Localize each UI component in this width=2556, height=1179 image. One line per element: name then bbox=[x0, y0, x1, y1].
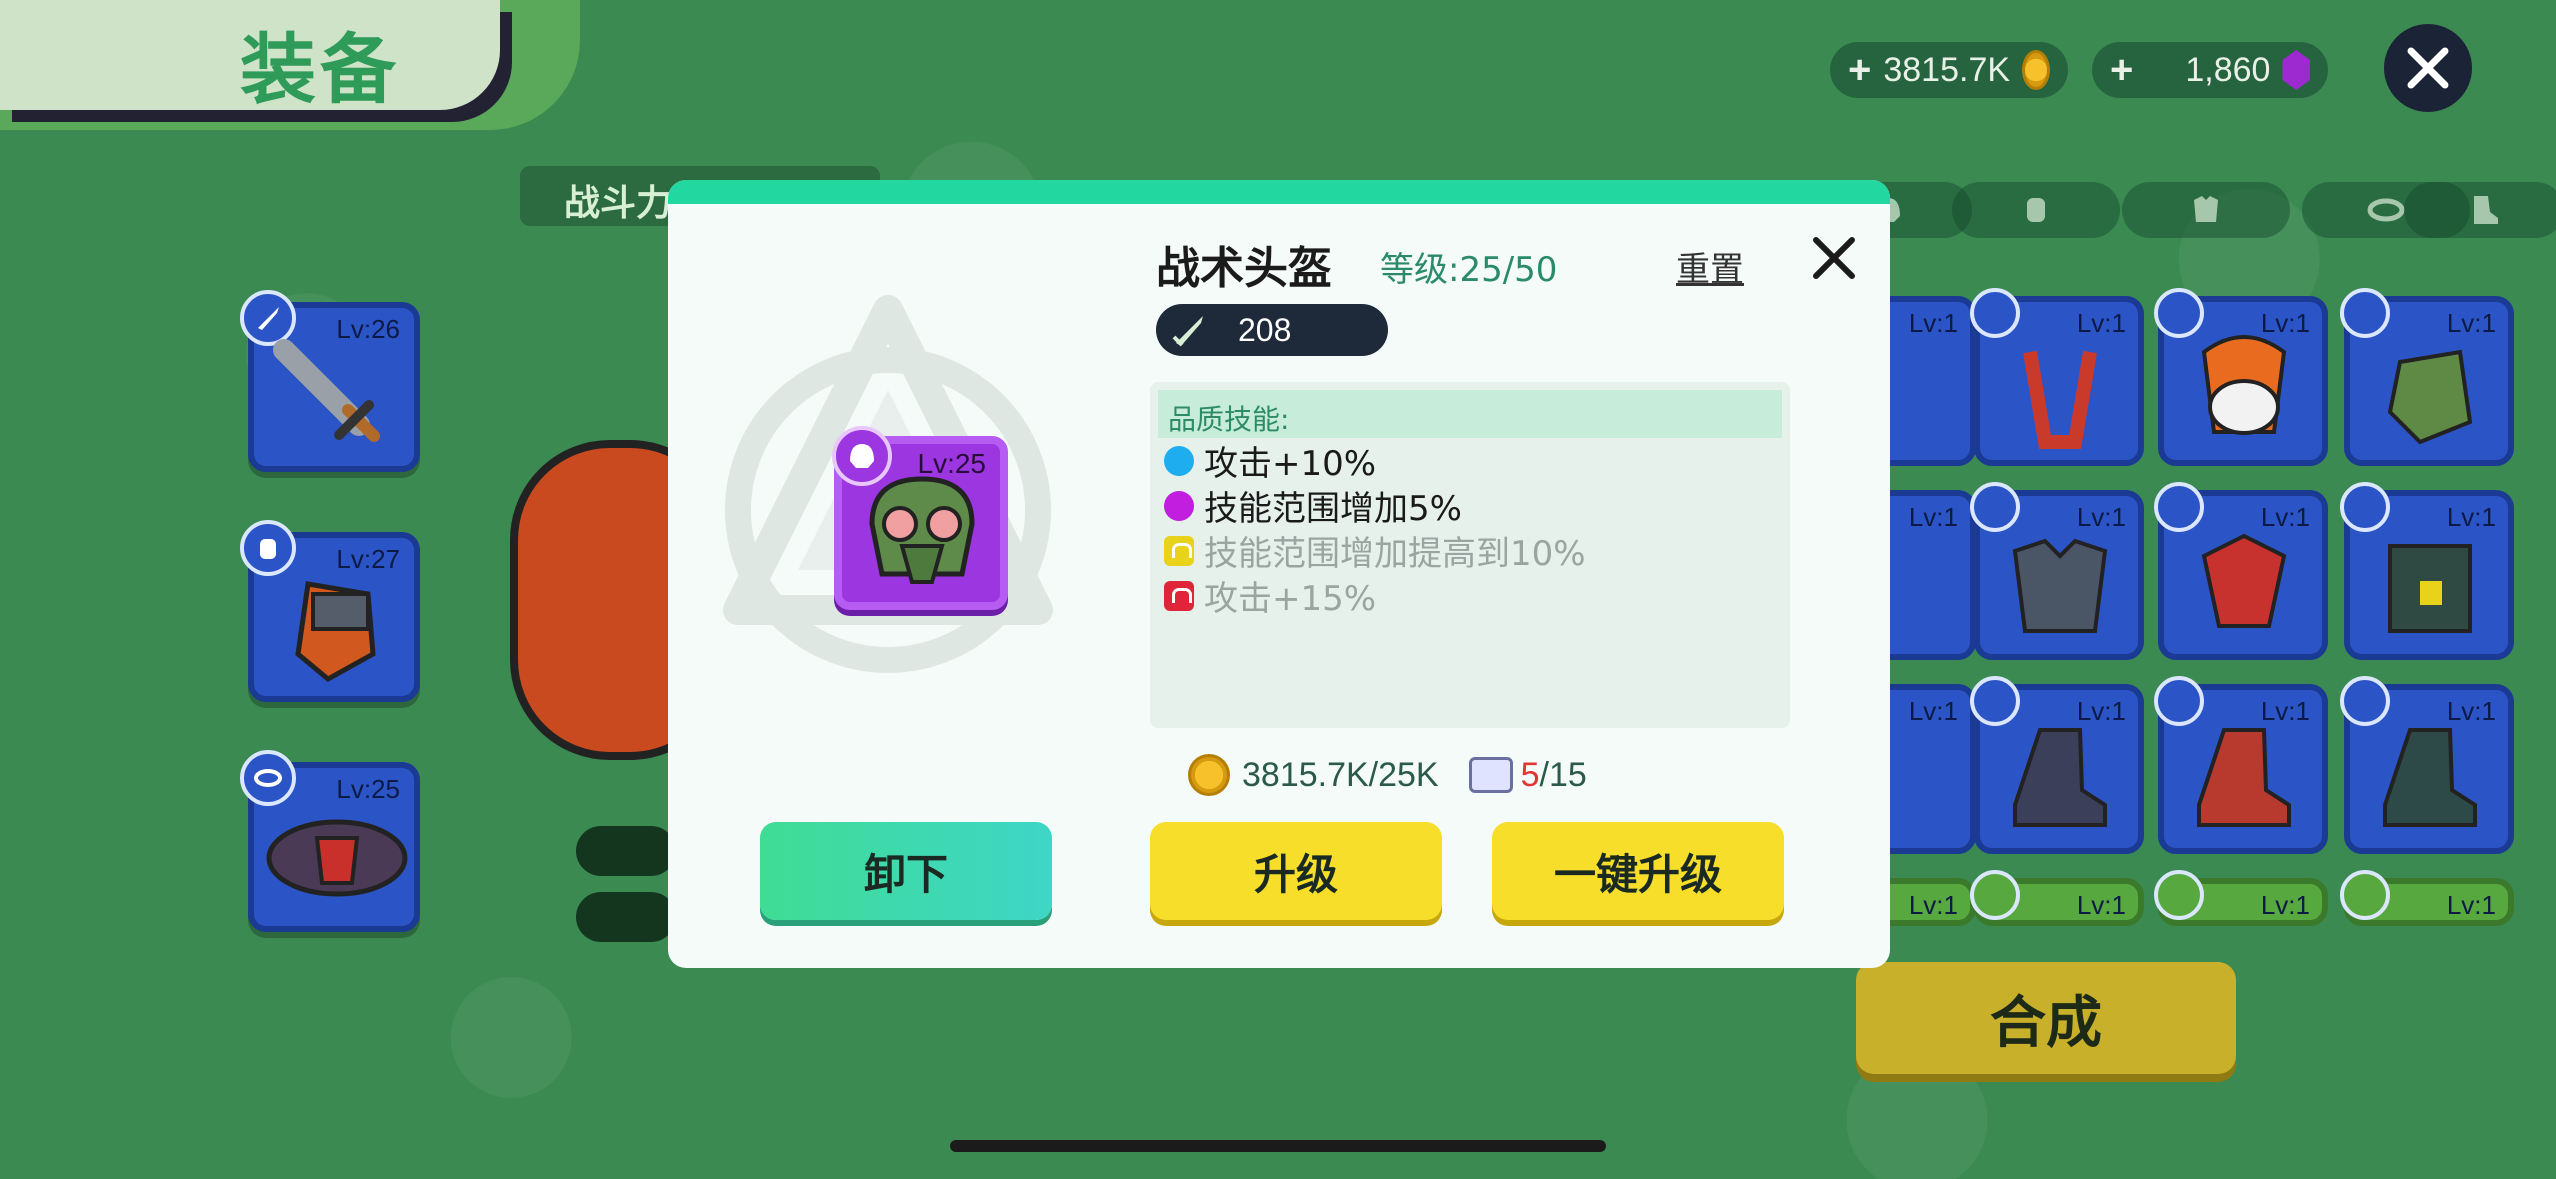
sword-icon bbox=[2340, 870, 2390, 920]
upgrade-button[interactable]: 升级 bbox=[1150, 822, 1442, 920]
equipped-weapon-slot[interactable]: Lv:26 bbox=[240, 290, 420, 472]
inventory-item[interactable]: Lv:1 bbox=[1970, 482, 2144, 660]
boot-icon bbox=[1970, 676, 2020, 726]
inventory-item[interactable]: Lv:1 bbox=[1970, 870, 2144, 926]
tab-armor[interactable] bbox=[2122, 182, 2290, 238]
boot-item-icon bbox=[2383, 728, 2477, 827]
inventory-item[interactable]: Lv:1 bbox=[2340, 676, 2514, 854]
inventory-item[interactable]: Lv:1 bbox=[2154, 870, 2328, 926]
power-value: 208 bbox=[1238, 311, 1292, 348]
quality-skills-panel: 品质技能: 攻击+10% 技能范围增加5% 技能范围增加提高到10% 攻击+15… bbox=[1150, 382, 1790, 728]
upgrade-cost: 3815.7K/25K 5 /15 bbox=[1188, 750, 1587, 800]
mask-item-icon bbox=[2201, 335, 2287, 435]
close-icon bbox=[1813, 237, 1855, 279]
sword-icon bbox=[1970, 870, 2020, 920]
gem-currency[interactable]: + 1,860 bbox=[2092, 42, 2328, 98]
item-level: 等级:25/50 bbox=[1380, 250, 1558, 290]
skill-dot-icon bbox=[1164, 490, 1194, 521]
scroll-icon bbox=[1468, 757, 1513, 793]
belt-icon bbox=[2367, 198, 2405, 222]
glove-icon bbox=[2027, 198, 2045, 222]
reset-link[interactable]: 重置 bbox=[1676, 242, 1744, 291]
inventory-item[interactable]: Lv:1 bbox=[2340, 870, 2514, 926]
scroll-have: 5 bbox=[1520, 755, 1540, 794]
add-gem-icon[interactable]: + bbox=[2110, 48, 2133, 93]
helmet-icon bbox=[2154, 288, 2204, 338]
lock-icon bbox=[1164, 580, 1194, 611]
gem-icon bbox=[2282, 50, 2310, 90]
inventory-item[interactable]: Lv:1 bbox=[1970, 288, 2144, 466]
unequip-button[interactable]: 卸下 bbox=[760, 822, 1052, 920]
boot-icon bbox=[2474, 196, 2498, 224]
attack-stat-pill bbox=[576, 826, 676, 876]
skill-row: 技能范围增加5% bbox=[1158, 483, 1782, 529]
modal-close-button[interactable] bbox=[1806, 230, 1862, 286]
one-click-upgrade-button[interactable]: 一键升级 bbox=[1492, 822, 1784, 920]
coin-icon bbox=[2022, 50, 2050, 90]
gloves-item-icon bbox=[2387, 349, 2473, 445]
combine-button[interactable]: 合成 bbox=[1856, 962, 2236, 1074]
gem-amount: 1,860 bbox=[2185, 50, 2271, 89]
armor-icon bbox=[1970, 482, 2020, 532]
add-gold-icon[interactable]: + bbox=[1848, 48, 1871, 93]
armor-item-icon bbox=[2012, 538, 2108, 633]
boot-item-icon bbox=[2197, 728, 2291, 827]
inventory-item[interactable]: Lv:1 bbox=[2154, 288, 2328, 466]
armor-icon bbox=[2194, 196, 2218, 222]
equipped-belt-slot[interactable]: Lv:25 bbox=[240, 750, 420, 932]
inventory-item[interactable]: Lv:1 bbox=[1970, 676, 2144, 854]
gold-cost: 3815.7K/25K bbox=[1242, 755, 1439, 794]
skills-title: 品质技能: bbox=[1158, 390, 1782, 438]
skill-row: 攻击+10% bbox=[1158, 438, 1782, 484]
boot-icon bbox=[2340, 676, 2390, 726]
sword-icon bbox=[1172, 316, 1203, 347]
close-button[interactable] bbox=[2384, 24, 2472, 112]
armor-icon bbox=[2340, 482, 2390, 532]
glove-icon bbox=[2340, 288, 2390, 338]
boot-icon bbox=[2154, 676, 2204, 726]
close-icon bbox=[2407, 47, 2449, 89]
page-title: 装备 bbox=[240, 25, 400, 114]
item-detail-modal: Lv:25 战术头盔 等级:25/50 重置 208 品质技能: 攻击+10% … bbox=[668, 180, 1890, 968]
skill-row: 技能范围增加提高到10% bbox=[1158, 528, 1782, 574]
power-pill: 208 bbox=[1156, 304, 1388, 356]
boot-item-icon bbox=[2013, 728, 2107, 827]
inventory-item[interactable]: Lv:1 bbox=[2154, 676, 2328, 854]
gold-currency[interactable]: + 3815.7K bbox=[1830, 42, 2068, 98]
gloves-item-icon bbox=[295, 581, 376, 683]
skill-dot-icon bbox=[1164, 445, 1194, 476]
item-card: Lv:25 bbox=[832, 426, 1008, 610]
armor-item-icon bbox=[2388, 544, 2472, 633]
modal-accent-bar bbox=[668, 180, 1890, 204]
belt-item-icon bbox=[266, 819, 408, 897]
skill-row: 攻击+15% bbox=[1158, 573, 1782, 619]
scroll-need: /15 bbox=[1539, 755, 1587, 794]
equipped-gloves-slot[interactable]: Lv:27 bbox=[240, 520, 420, 702]
gold-amount: 3815.7K bbox=[1883, 50, 2011, 89]
sword-item-icon bbox=[273, 339, 380, 442]
tab-gloves[interactable] bbox=[1952, 182, 2120, 238]
inventory-item[interactable]: Lv:1 bbox=[2340, 482, 2514, 660]
helmet-item-icon bbox=[2023, 350, 2097, 449]
tab-boots[interactable] bbox=[2404, 182, 2556, 238]
armor-item-icon bbox=[2201, 533, 2287, 628]
inventory-item[interactable]: Lv:1 bbox=[2340, 288, 2514, 466]
armor-icon bbox=[2154, 482, 2204, 532]
gas-mask-helmet-icon bbox=[869, 476, 975, 584]
item-name: 战术头盔 bbox=[1156, 243, 1332, 294]
sword-icon bbox=[2154, 870, 2204, 920]
health-stat-pill bbox=[576, 892, 676, 942]
inventory-item[interactable]: Lv:1 bbox=[2154, 482, 2328, 660]
lock-icon bbox=[1164, 535, 1194, 566]
home-indicator[interactable] bbox=[950, 1140, 1606, 1152]
coin-icon bbox=[1188, 754, 1230, 796]
helmet-icon bbox=[1970, 288, 2020, 338]
